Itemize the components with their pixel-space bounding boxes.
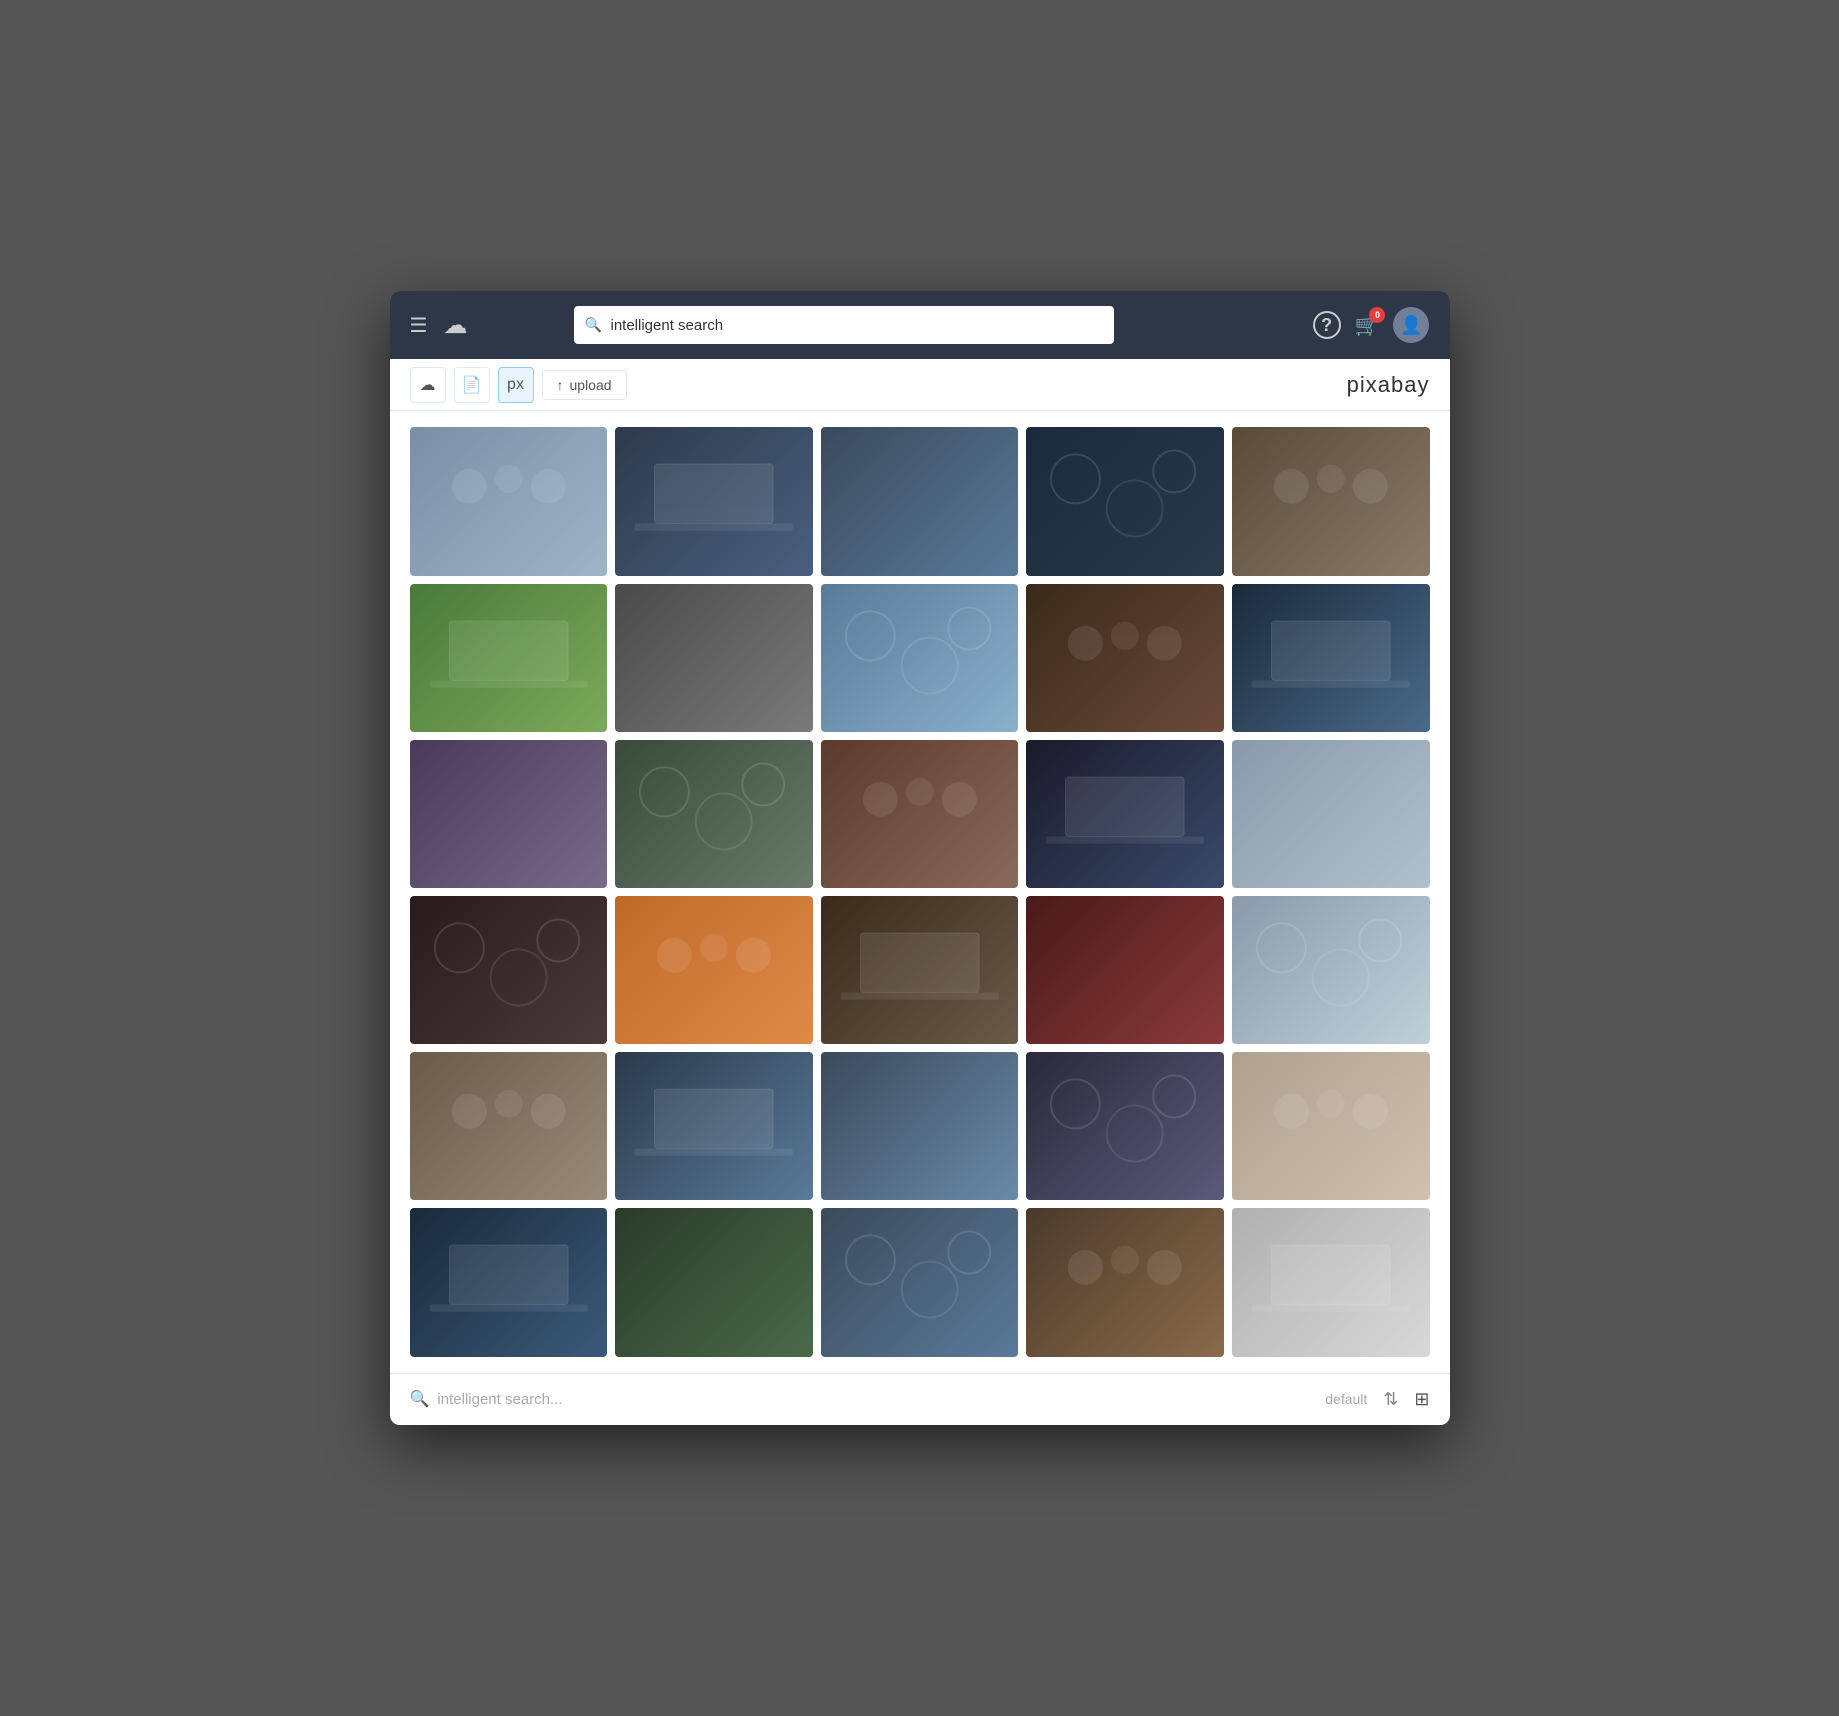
image-cell[interactable] — [1026, 1052, 1224, 1200]
cloud-source-button[interactable]: ☁ — [410, 367, 446, 403]
image-cell[interactable]: Search for any type of image — [410, 1208, 608, 1356]
image-cell[interactable] — [821, 896, 1019, 1044]
image-cell[interactable] — [1232, 896, 1430, 1044]
avatar[interactable]: 👤 — [1393, 307, 1429, 343]
image-grid: Search for any type of image — [410, 427, 1430, 1356]
image-cell[interactable] — [410, 896, 608, 1044]
image-cell[interactable] — [1232, 427, 1430, 575]
cloud-icon: ☁ — [420, 375, 436, 395]
default-label: default — [1325, 1391, 1367, 1407]
upload-label: upload — [570, 377, 612, 393]
bottom-search-icon: 🔍 — [410, 1389, 430, 1409]
image-cell[interactable] — [615, 584, 813, 732]
search-wrap: 🔍 — [574, 306, 1114, 344]
image-cell[interactable] — [821, 1208, 1019, 1356]
brand-label: pixabay — [1347, 372, 1430, 398]
image-cell[interactable] — [615, 1208, 813, 1356]
titlebar-right: ? 🛒 0 👤 — [1313, 307, 1430, 343]
image-cell[interactable] — [1026, 740, 1224, 888]
image-cell[interactable] — [410, 427, 608, 575]
px-label: px — [507, 376, 524, 394]
image-cell[interactable] — [821, 740, 1019, 888]
image-cell[interactable] — [821, 1052, 1019, 1200]
grid-view-icon[interactable]: ⊞ — [1414, 1389, 1429, 1410]
sort-icon[interactable]: ⇅ — [1383, 1389, 1398, 1410]
search-icon: 🔍 — [584, 317, 601, 334]
app-window: ☰ ☁ 🔍 ? 🛒 0 👤 ☁ 📄 px ↑ upload pix — [390, 291, 1450, 1424]
image-cell[interactable] — [615, 427, 813, 575]
cart-icon[interactable]: 🛒 0 — [1355, 313, 1380, 338]
image-grid-container: Search for any type of image — [390, 411, 1450, 1372]
upload-icon: ↑ — [557, 377, 564, 393]
image-cell[interactable] — [615, 740, 813, 888]
cloud-logo-icon: ☁ — [443, 311, 467, 340]
image-cell[interactable] — [1026, 427, 1224, 575]
image-cell[interactable] — [1026, 584, 1224, 732]
px-source-button[interactable]: px — [498, 367, 534, 403]
image-cell[interactable] — [410, 740, 608, 888]
bottom-bar-right: default ⇅ ⊞ — [1325, 1389, 1429, 1410]
titlebar: ☰ ☁ 🔍 ? 🛒 0 👤 — [390, 291, 1450, 359]
doc-icon: 📄 — [462, 375, 482, 395]
image-cell[interactable] — [821, 427, 1019, 575]
toolbar: ☁ 📄 px ↑ upload pixabay — [390, 359, 1450, 411]
help-icon[interactable]: ? — [1313, 311, 1341, 339]
bottom-search-text: intelligent search... — [437, 1391, 1325, 1408]
image-cell[interactable] — [1232, 740, 1430, 888]
doc-source-button[interactable]: 📄 — [454, 367, 490, 403]
menu-icon[interactable]: ☰ — [410, 313, 428, 338]
image-cell[interactable] — [1026, 1208, 1224, 1356]
image-cell[interactable] — [1026, 896, 1224, 1044]
image-cell[interactable] — [410, 584, 608, 732]
image-cell[interactable] — [1232, 1052, 1430, 1200]
image-cell[interactable] — [615, 896, 813, 1044]
image-cell[interactable] — [821, 584, 1019, 732]
bottom-bar: 🔍 intelligent search... default ⇅ ⊞ — [390, 1373, 1450, 1425]
search-input[interactable] — [574, 306, 1114, 344]
upload-button[interactable]: ↑ upload — [542, 370, 627, 400]
cart-badge: 0 — [1369, 307, 1385, 323]
image-cell[interactable] — [1232, 584, 1430, 732]
image-cell[interactable] — [1232, 1208, 1430, 1356]
image-cell[interactable] — [615, 1052, 813, 1200]
image-cell[interactable] — [410, 1052, 608, 1200]
